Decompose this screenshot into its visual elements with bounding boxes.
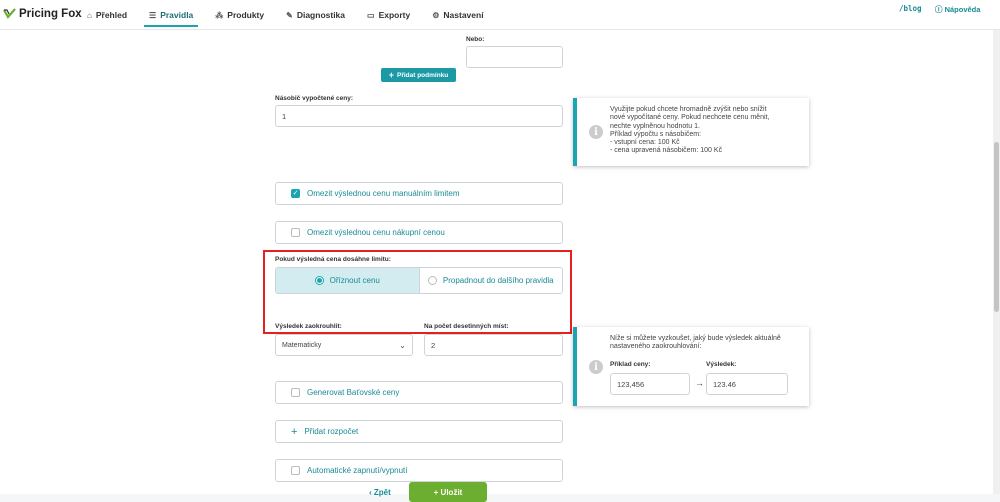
rounding-label: Výsledek zaokrouhlit: — [275, 323, 342, 330]
back-button[interactable]: ‹ Zpět — [369, 488, 391, 497]
list-icon: ☰ — [149, 10, 157, 20]
main-nav: ⌂ Přehled ☰ Pravidla ⁂ Produkty ✎ Diagnostik… — [76, 0, 495, 30]
help-icon: ⓘ — [935, 5, 945, 14]
chevron-down-icon: ⌄ — [399, 340, 406, 350]
result-label: Výsledek: — [706, 361, 737, 368]
decimals-label: Na počet desetinných míst: — [424, 323, 509, 330]
limit-manual-checkbox-row[interactable]: ✓ Omezit výslednou cenu manuálním limite… — [275, 182, 563, 205]
checkbox-icon[interactable] — [291, 228, 300, 237]
checkbox-icon[interactable] — [291, 388, 300, 397]
checkbox-icon[interactable] — [291, 466, 300, 475]
info-line: nové vypočítané ceny. Pokud nechcete cen… — [610, 114, 770, 122]
multiplier-info-text: Využijte pokud chcete hromadně zvýšit ne… — [610, 106, 769, 156]
add-budget-label: Přidat rozpočet — [304, 427, 359, 436]
scrollbar-thumb[interactable] — [994, 142, 999, 312]
bata-prices-checkbox-row[interactable]: Generovat Baťovské ceny — [275, 381, 563, 404]
info-line: nastaveného zaokrouhlování: — [610, 343, 702, 351]
nav-label: Exporty — [378, 10, 411, 20]
add-condition-button[interactable]: + Přidat podmínku — [381, 68, 456, 82]
multiplier-input[interactable]: 1 — [275, 105, 563, 127]
nav-label: Produkty — [227, 10, 265, 20]
home-icon: ⌂ — [87, 10, 92, 20]
limit-purchase-checkbox-row[interactable]: Omezit výslednou cenu nákupní cenou — [275, 221, 563, 244]
info-icon: i — [589, 125, 603, 139]
result-output: 123.46 — [706, 373, 788, 395]
plus-icon: + — [388, 70, 394, 80]
nav-item-prehled[interactable]: ⌂ Přehled — [76, 0, 138, 30]
multiplier-label: Násobič vypočtené ceny: — [275, 95, 354, 102]
rounding-info-text: Níže si můžete vyzkoušet, jaký bude výsl… — [610, 335, 781, 352]
or-condition-input[interactable] — [466, 46, 563, 68]
rounding-value: Matematicky — [282, 341, 322, 349]
help-label: Nápověda — [944, 5, 981, 14]
nav-label: Nastavení — [443, 10, 484, 20]
decimals-input[interactable]: 2 — [424, 334, 563, 356]
info-icon: i — [589, 360, 603, 374]
info-line: Využijte pokud chcete hromadně zvýšit ne… — [610, 106, 767, 113]
app-logo[interactable]: Pricing Fox — [3, 8, 82, 20]
bata-prices-label: Generovat Baťovské ceny — [307, 388, 400, 397]
blog-link[interactable]: /blog — [899, 4, 922, 13]
info-line: - vstupní cena: 100 Kč — [610, 139, 680, 147]
nav-label: Diagnostika — [296, 10, 346, 20]
auto-toggle-checkbox-row[interactable]: Automatické zapnutí/vypnutí — [275, 459, 563, 482]
nav-item-pravidla[interactable]: ☰ Pravidla — [138, 0, 204, 30]
rounding-select[interactable]: Matematicky ⌄ — [275, 334, 413, 356]
top-navigation-bar: Pricing Fox ⌂ Přehled ☰ Pravidla ⁂ Produkty… — [0, 0, 1000, 30]
example-price-input[interactable]: 123,456 — [610, 373, 690, 395]
nav-label: Pravidla — [160, 10, 194, 20]
checkbox-checked-icon[interactable]: ✓ — [291, 189, 300, 198]
example-price-label: Příklad ceny: — [610, 361, 651, 368]
arrow-right-icon: → — [695, 378, 704, 388]
diagnostics-icon: ✎ — [286, 10, 293, 20]
save-button[interactable]: + Uložit — [409, 482, 487, 502]
nav-item-nastaveni[interactable]: ⚙ Nastavení — [421, 0, 494, 30]
plus-icon: + — [291, 425, 298, 438]
info-line: Níže si můžete vyzkoušet, jaký bude výsl… — [610, 335, 781, 342]
help-link[interactable]: ⓘ Nápověda — [935, 4, 980, 15]
export-icon: ▭ — [367, 10, 375, 20]
limit-purchase-label: Omezit výslednou cenu nákupní cenou — [307, 228, 445, 237]
nav-label: Přehled — [95, 10, 128, 20]
highlight-annotation-box — [263, 250, 572, 334]
fox-logo-icon — [3, 8, 16, 19]
info-line: nechte vyplněnou hodnotu 1. — [610, 122, 700, 130]
nav-item-produkty[interactable]: ⁂ Produkty — [204, 0, 275, 30]
nav-item-diagnostika[interactable]: ✎ Diagnostika — [275, 0, 356, 30]
auto-toggle-label: Automatické zapnutí/vypnutí — [307, 466, 408, 475]
add-budget-row[interactable]: + Přidat rozpočet — [275, 420, 563, 443]
gear-icon: ⚙ — [432, 10, 440, 20]
info-line: - cena upravená násobičem: 100 Kč — [610, 147, 723, 155]
app-name: Pricing Fox — [19, 8, 82, 20]
info-line: Příklad výpočtu s násobičem: — [610, 130, 702, 138]
limit-manual-label: Omezit výslednou cenu manuálním limitem — [307, 189, 460, 198]
products-icon: ⁂ — [215, 10, 224, 20]
nav-item-exporty[interactable]: ▭ Exporty — [356, 0, 421, 30]
add-condition-label: Přidat podmínku — [396, 71, 449, 79]
or-label: Nebo: — [466, 36, 485, 43]
multiplier-info-box: i Využijte pokud chcete hromadně zvýšit … — [573, 98, 809, 166]
